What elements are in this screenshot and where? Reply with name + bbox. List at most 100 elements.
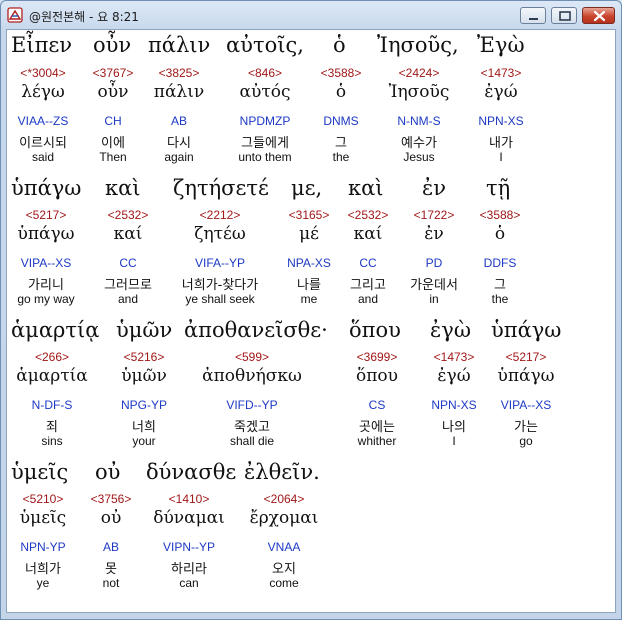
greek-word[interactable]: καὶ	[348, 176, 384, 200]
greek-word[interactable]: καὶ	[105, 176, 141, 200]
greek-word[interactable]: οὐ	[95, 460, 120, 484]
parsing-code[interactable]: VNAA	[268, 540, 301, 554]
maximize-button[interactable]	[551, 7, 577, 24]
parsing-code[interactable]: CS	[369, 398, 386, 412]
greek-word[interactable]: ἐν	[422, 176, 446, 200]
strong-number[interactable]: <5210>	[23, 492, 64, 506]
lemma-word: ὅπου	[356, 366, 398, 386]
greek-word[interactable]: δύνασθε	[146, 460, 236, 484]
greek-word[interactable]: ὑμῶν	[116, 318, 172, 342]
strong-number[interactable]: <1473>	[481, 66, 522, 80]
strong-number[interactable]: <3767>	[93, 66, 134, 80]
greek-word[interactable]: ὑμεῖς	[11, 460, 68, 484]
parsing-code[interactable]: CH	[104, 114, 121, 128]
strong-number[interactable]: <3588>	[480, 208, 521, 222]
strong-number[interactable]: <5217>	[26, 208, 67, 222]
parsing-code[interactable]: VIPA--XS	[21, 256, 71, 270]
strong-number[interactable]: <3699>	[357, 350, 398, 364]
strong-number[interactable]: <846>	[248, 66, 282, 80]
close-button[interactable]	[582, 7, 615, 24]
parsing-code[interactable]: NPG-YP	[121, 398, 167, 412]
greek-word[interactable]: ἐλθεῖν.	[244, 460, 320, 484]
parsing-code[interactable]: VIPN--YP	[163, 540, 215, 554]
greek-word[interactable]: πάλιν	[148, 33, 210, 57]
lemma-word: ὁ	[335, 82, 347, 102]
lemma-word: ἀποθνήσκω	[202, 366, 302, 386]
parsing-code[interactable]: NPN-XS	[431, 398, 476, 412]
parsing-code[interactable]: AB	[103, 540, 119, 554]
parsing-code[interactable]: N-DF-S	[32, 398, 73, 412]
korean-gloss: 못	[105, 562, 117, 577]
lemma-word: οὐ	[100, 508, 122, 528]
greek-word[interactable]: τῇ	[486, 176, 510, 200]
strong-number[interactable]: <1722>	[414, 208, 455, 222]
greek-word[interactable]: Ἐγὼ	[477, 33, 525, 57]
greek-word[interactable]: με,	[291, 176, 322, 200]
strong-number[interactable]: <2424>	[399, 66, 440, 80]
title-bar[interactable]: @원전본해 - 요 8:21	[1, 1, 621, 29]
greek-word[interactable]: ἀποθανεῖσθε·	[184, 318, 328, 342]
greek-word[interactable]: Ἰησοῦς,	[377, 33, 459, 57]
english-gloss: not	[102, 576, 120, 590]
lemma-word: ἐγώ	[437, 366, 471, 386]
lemma-word: ὑπάγω	[17, 224, 75, 244]
strong-number[interactable]: <266>	[35, 350, 69, 364]
parsing-code[interactable]: CC	[119, 256, 136, 270]
strong-number[interactable]: <2064>	[264, 492, 305, 506]
greek-word[interactable]: ζητήσετέ	[173, 176, 269, 200]
parsing-code[interactable]: DNMS	[323, 114, 358, 128]
parsing-code[interactable]: N-NM-S	[397, 114, 440, 128]
strong-number[interactable]: <5216>	[124, 350, 165, 364]
parsing-code[interactable]: NPDMZP	[240, 114, 291, 128]
strong-number[interactable]: <5217>	[506, 350, 547, 364]
parsing-code[interactable]: VIFD--YP	[226, 398, 277, 412]
korean-gloss: 나의	[442, 420, 466, 435]
greek-word[interactable]: ἁμαρτίᾳ	[11, 318, 99, 342]
korean-gloss: 너희가-찾다가	[181, 278, 259, 293]
strong-number[interactable]: <*3004>	[20, 66, 65, 80]
korean-gloss: 그들에게	[241, 136, 289, 151]
greek-word[interactable]: αὐτοῖς,	[226, 33, 304, 57]
parsing-code[interactable]: AB	[171, 114, 187, 128]
english-gloss: in	[429, 292, 439, 306]
lemma-word: ὑπάγω	[497, 366, 555, 386]
lemma-word: ἁμαρτία	[16, 366, 88, 386]
greek-word[interactable]: ὁ	[333, 33, 346, 57]
greek-word[interactable]: οὖν	[93, 33, 131, 57]
parsing-code[interactable]: VIPA--XS	[501, 398, 551, 412]
korean-gloss: 예수가	[401, 136, 437, 151]
parsing-code[interactable]: CC	[359, 256, 376, 270]
greek-word[interactable]: Εἶπεν	[11, 33, 72, 57]
english-gloss: ye shall seek	[185, 292, 255, 306]
parsing-code[interactable]: VIFA--YP	[195, 256, 245, 270]
strong-number[interactable]: <3165>	[289, 208, 330, 222]
english-gloss: ye	[36, 576, 50, 590]
strong-number[interactable]: <1410>	[169, 492, 210, 506]
korean-gloss: 내가	[489, 136, 513, 151]
strong-number[interactable]: <3756>	[91, 492, 132, 506]
strong-number[interactable]: <3825>	[159, 66, 200, 80]
korean-gloss: 그	[494, 278, 506, 293]
minimize-button[interactable]	[520, 7, 546, 24]
interlinear-text-area[interactable]: Εἶπεν οὖν πάλιν αὐτοῖς, ὁ Ἰησοῦς, Ἐγὼ <*…	[6, 29, 616, 613]
maximize-icon	[559, 11, 571, 21]
strong-number[interactable]: <2532>	[108, 208, 149, 222]
english-gloss: again	[164, 150, 194, 164]
parsing-code[interactable]: NPN-XS	[478, 114, 523, 128]
greek-word[interactable]: ὑπάγω	[11, 176, 81, 200]
parsing-code[interactable]: NPA-XS	[287, 256, 331, 270]
strong-number[interactable]: <2212>	[200, 208, 241, 222]
strong-number[interactable]: <1473>	[434, 350, 475, 364]
greek-word[interactable]: ὑπάγω	[491, 318, 561, 342]
parsing-code[interactable]: PD	[426, 256, 443, 270]
parsing-code[interactable]: NPN-YP	[20, 540, 65, 554]
parsing-code[interactable]: VIAA--ZS	[18, 114, 69, 128]
parsing-code[interactable]: DDFS	[484, 256, 517, 270]
english-gloss: come	[269, 576, 299, 590]
greek-word[interactable]: ὅπου	[349, 318, 401, 342]
lemma-word: ὁ	[494, 224, 506, 244]
strong-number[interactable]: <2532>	[348, 208, 389, 222]
greek-word[interactable]: ἐγὼ	[430, 318, 471, 342]
strong-number[interactable]: <3588>	[321, 66, 362, 80]
strong-number[interactable]: <599>	[235, 350, 269, 364]
